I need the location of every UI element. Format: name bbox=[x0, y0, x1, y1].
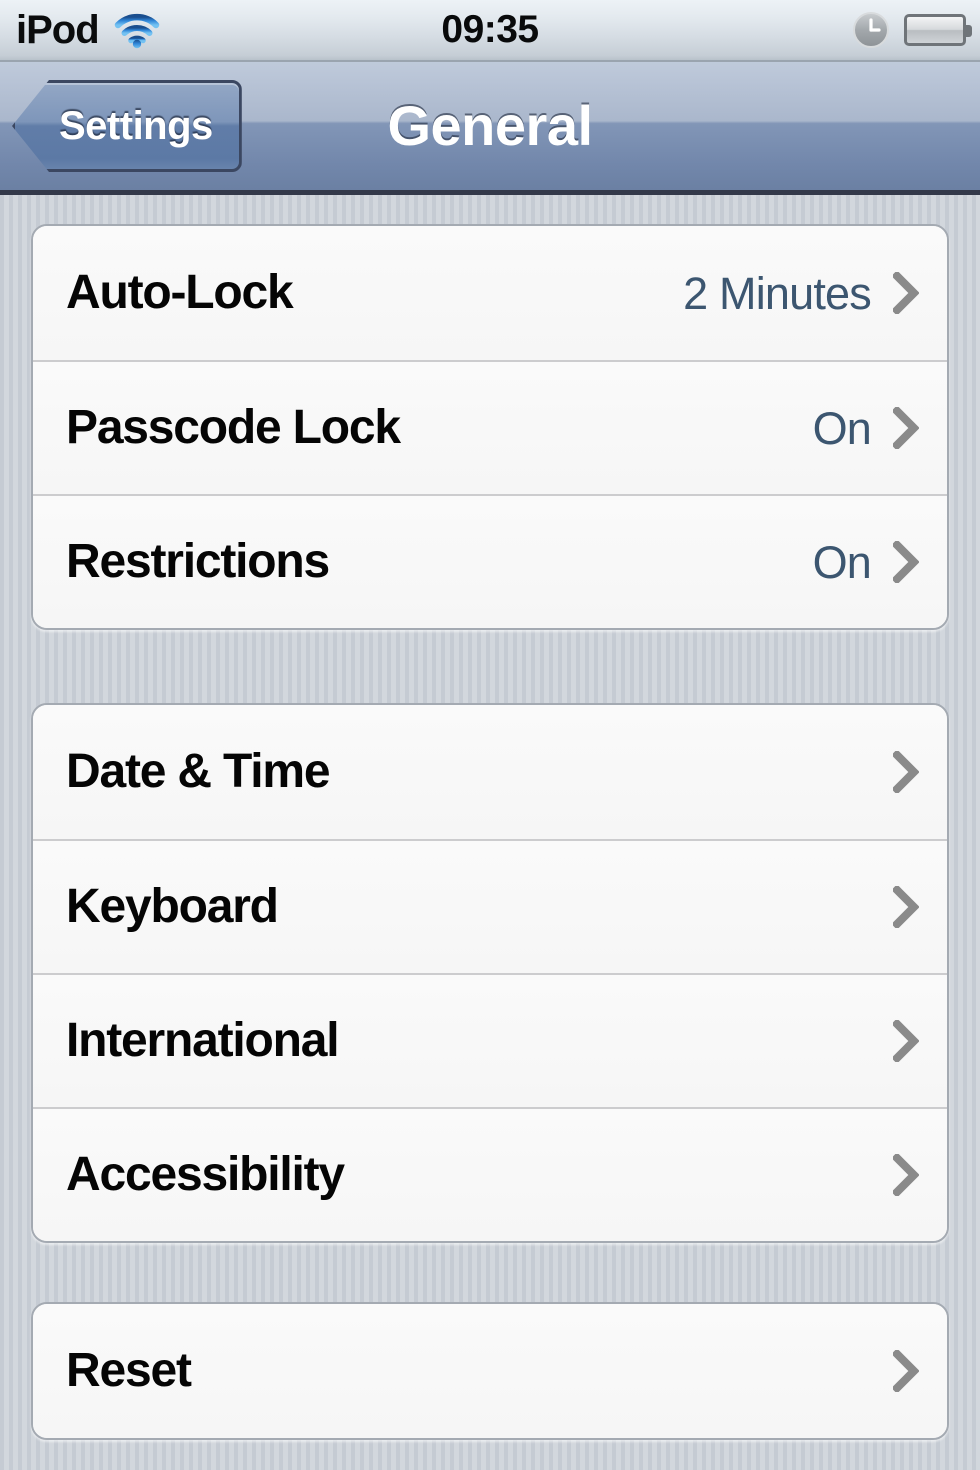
row-accessory bbox=[871, 751, 919, 793]
chevron-right-icon bbox=[893, 886, 919, 928]
row-keyboard[interactable]: Keyboard bbox=[33, 839, 947, 973]
clock-icon bbox=[852, 11, 890, 49]
settings-list: Auto-Lock 2 Minutes Passcode Lock On Res… bbox=[0, 195, 980, 1470]
status-bar-right bbox=[852, 11, 972, 49]
row-label: Accessibility bbox=[66, 1148, 345, 1201]
spacer-group-2-3 bbox=[31, 1244, 949, 1302]
wifi-icon bbox=[113, 10, 161, 50]
row-international[interactable]: International bbox=[33, 973, 947, 1107]
row-accessory: 2 Minutes bbox=[683, 271, 919, 316]
settings-group-security: Auto-Lock 2 Minutes Passcode Lock On Res… bbox=[31, 224, 949, 630]
row-accessory bbox=[871, 1020, 919, 1062]
row-label: Date & Time bbox=[66, 745, 331, 798]
row-auto-lock[interactable]: Auto-Lock 2 Minutes bbox=[33, 226, 947, 360]
chevron-right-icon bbox=[893, 541, 919, 583]
row-reset[interactable]: Reset bbox=[33, 1304, 947, 1438]
row-value: On bbox=[812, 536, 872, 588]
spacer-top bbox=[31, 195, 949, 224]
clock-time: 09:35 bbox=[441, 7, 539, 51]
ios-settings-screen: iPod 09:35 Settings General Auto-Lock 2 … bbox=[0, 0, 980, 1470]
spacer-group-1-2 bbox=[31, 631, 949, 703]
row-accessory: On bbox=[813, 540, 919, 585]
row-passcode-lock[interactable]: Passcode Lock On bbox=[33, 360, 947, 494]
chevron-right-icon bbox=[893, 407, 919, 449]
navigation-bar: Settings General bbox=[0, 62, 980, 195]
status-bar: iPod 09:35 bbox=[0, 0, 980, 62]
row-accessory bbox=[871, 1154, 919, 1196]
row-label: Passcode Lock bbox=[66, 401, 401, 454]
clock-icon-svg bbox=[853, 12, 889, 48]
back-button-settings[interactable]: Settings bbox=[12, 80, 242, 172]
row-value: On bbox=[812, 402, 872, 454]
battery-icon bbox=[904, 14, 972, 46]
row-restrictions[interactable]: Restrictions On bbox=[33, 494, 947, 628]
row-label: Keyboard bbox=[66, 880, 279, 933]
row-accessory bbox=[871, 886, 919, 928]
row-accessory bbox=[871, 1350, 919, 1392]
row-value: 2 Minutes bbox=[683, 267, 872, 319]
wifi-icon-svg bbox=[114, 13, 159, 49]
chevron-right-icon bbox=[893, 1020, 919, 1062]
row-label: Restrictions bbox=[66, 535, 330, 588]
carrier-label: iPod bbox=[16, 8, 100, 52]
chevron-right-icon bbox=[893, 1154, 919, 1196]
status-bar-left: iPod bbox=[16, 10, 161, 50]
row-label: Auto-Lock bbox=[66, 266, 294, 319]
settings-group-reset: Reset bbox=[31, 1302, 949, 1440]
chevron-right-icon bbox=[893, 751, 919, 793]
row-label: International bbox=[66, 1014, 340, 1067]
chevron-right-icon bbox=[893, 272, 919, 314]
chevron-right-icon bbox=[893, 1350, 919, 1392]
row-label: Reset bbox=[66, 1344, 192, 1397]
row-accessibility[interactable]: Accessibility bbox=[33, 1107, 947, 1241]
row-date-time[interactable]: Date & Time bbox=[33, 705, 947, 839]
settings-group-localization: Date & Time Keyboard International Acces… bbox=[31, 703, 949, 1243]
back-button-label: Settings bbox=[59, 104, 213, 148]
row-accessory: On bbox=[813, 406, 919, 451]
